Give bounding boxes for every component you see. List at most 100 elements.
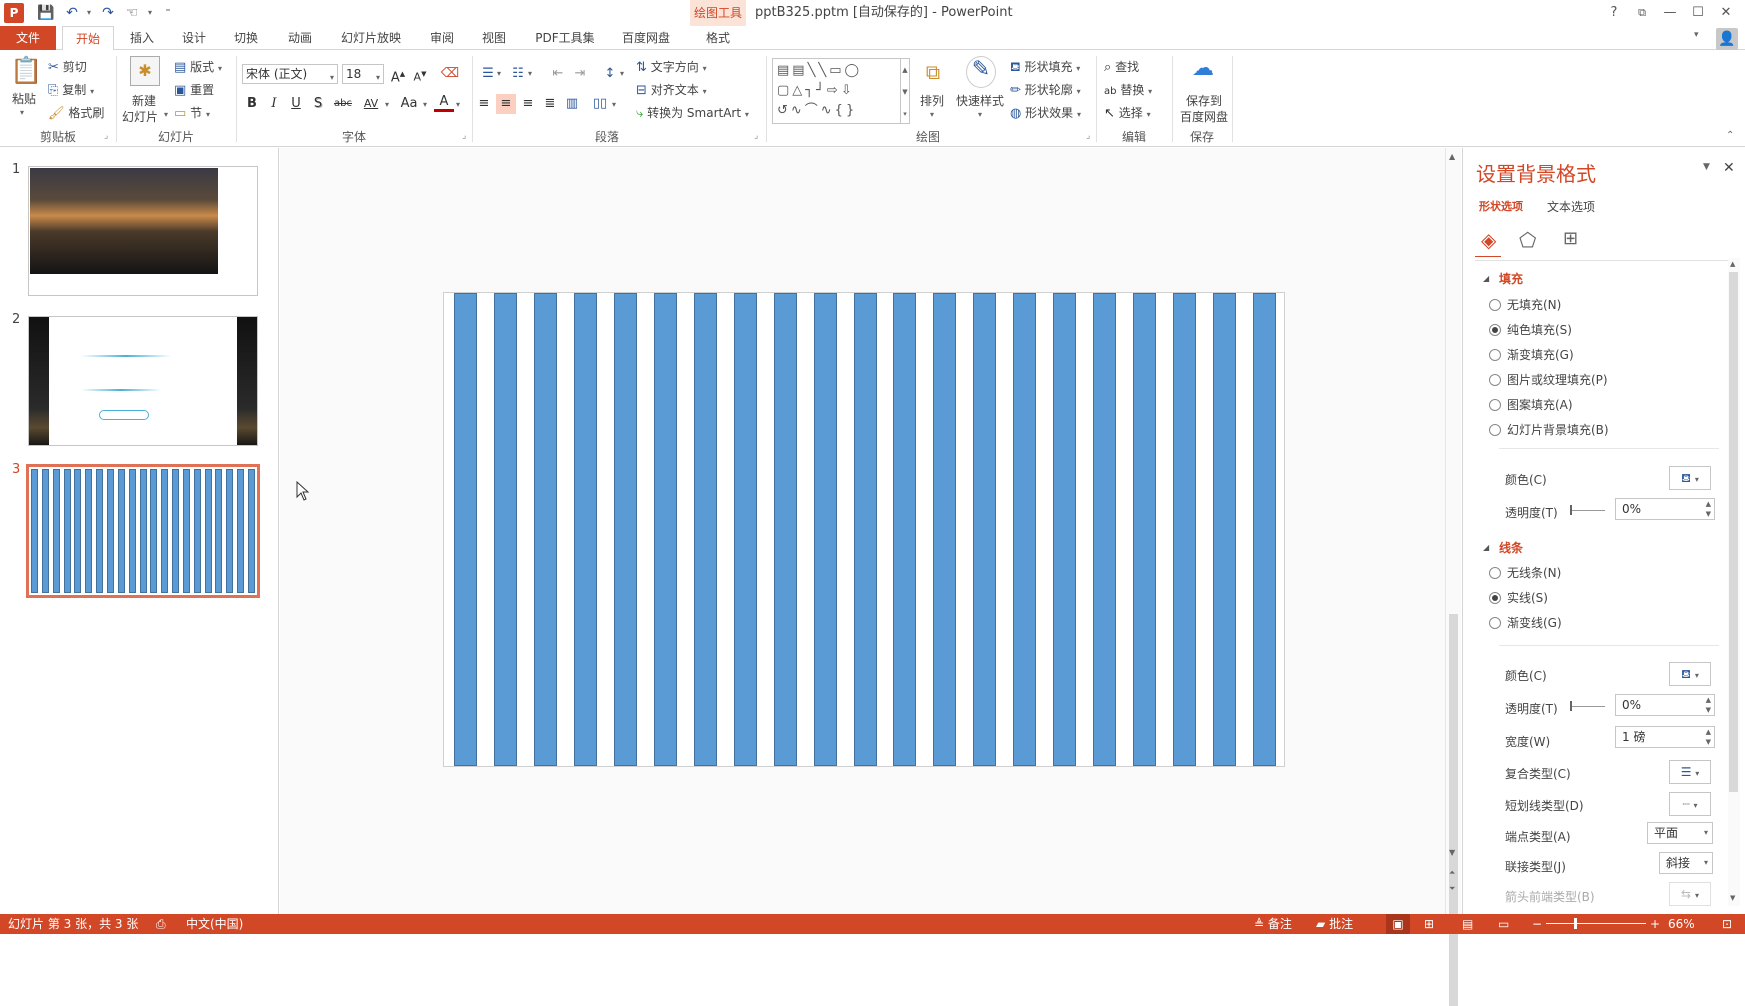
blue-stripe-shape[interactable] bbox=[1013, 293, 1037, 766]
fill-radio-5[interactable] bbox=[1489, 424, 1501, 436]
pane-close-icon[interactable]: ✕ bbox=[1723, 160, 1735, 176]
bullets-dropdown-icon[interactable]: ▾ bbox=[497, 69, 501, 78]
bullets-icon[interactable]: ☰ bbox=[478, 64, 498, 84]
case-dropdown-icon[interactable]: ▾ bbox=[423, 100, 427, 109]
change-case-button[interactable]: Aa bbox=[396, 94, 422, 114]
tab-format[interactable]: 格式 bbox=[690, 26, 746, 50]
pane-scroll-thumb[interactable] bbox=[1729, 272, 1738, 792]
blue-stripe-shape[interactable] bbox=[733, 293, 757, 766]
blue-stripe-shape[interactable] bbox=[1053, 293, 1077, 766]
current-slide[interactable] bbox=[443, 292, 1285, 767]
arrange-button[interactable]: 排列 bbox=[920, 92, 944, 109]
new-slide-icon[interactable]: ✱ bbox=[130, 56, 160, 86]
blue-stripe-shape[interactable] bbox=[693, 293, 717, 766]
join-type-select[interactable]: 斜接 ▾ bbox=[1659, 852, 1713, 874]
line-option-label[interactable]: 实线(S) bbox=[1507, 589, 1548, 606]
slide-sorter-icon[interactable]: ⊞ bbox=[1424, 914, 1434, 934]
slide-thumbnail-1[interactable] bbox=[28, 166, 258, 296]
language-status[interactable]: 中文(中国) bbox=[186, 914, 243, 934]
section-button[interactable]: ▭ 节 ▾ bbox=[174, 104, 210, 121]
convert-smartart-button[interactable]: ⤷ 转换为 SmartArt ▾ bbox=[636, 104, 749, 121]
justify-icon[interactable]: ≣ bbox=[540, 94, 560, 114]
shrink-font-icon[interactable]: A▼ bbox=[410, 64, 430, 84]
select-button[interactable]: ↖ 选择 ▾ bbox=[1104, 104, 1151, 121]
italic-button[interactable]: I bbox=[264, 94, 284, 114]
spacing-dropdown-icon[interactable]: ▾ bbox=[385, 100, 389, 109]
line-radio-1[interactable] bbox=[1489, 592, 1501, 604]
font-color-button[interactable]: A bbox=[434, 94, 454, 112]
save-icon[interactable]: 💾 bbox=[36, 4, 56, 22]
slide-thumbnail-3[interactable] bbox=[26, 464, 260, 598]
distributed-icon[interactable]: ▥ bbox=[562, 94, 582, 114]
numbering-icon[interactable]: ☷ bbox=[508, 64, 528, 84]
pane-options-icon[interactable]: ▼ bbox=[1703, 162, 1710, 172]
arrange-icon[interactable]: ⧉ bbox=[920, 60, 946, 88]
blue-stripe-shape[interactable] bbox=[1173, 293, 1197, 766]
tab-transitions[interactable]: 切换 bbox=[228, 26, 264, 50]
quick-styles-dropdown-icon[interactable]: ▾ bbox=[978, 110, 982, 119]
align-text-button[interactable]: ⊟ 对齐文本 ▾ bbox=[636, 81, 707, 98]
align-left-icon[interactable]: ≡ bbox=[474, 94, 494, 114]
tab-animations[interactable]: 动画 bbox=[280, 26, 320, 50]
blue-stripe-shape[interactable] bbox=[653, 293, 677, 766]
fill-radio-1[interactable] bbox=[1489, 324, 1501, 336]
align-center-icon[interactable]: ≡ bbox=[496, 94, 516, 114]
collapse-ribbon-icon[interactable]: ⌃ bbox=[1726, 130, 1734, 141]
tab-review[interactable]: 审阅 bbox=[424, 26, 460, 50]
next-slide-icon[interactable]: ⏷ bbox=[1449, 884, 1455, 894]
bold-button[interactable]: B bbox=[242, 94, 262, 114]
line-option-label[interactable]: 无线条(N) bbox=[1507, 564, 1561, 581]
shape-outline-button[interactable]: ✏ 形状轮廓 ▾ bbox=[1010, 81, 1081, 98]
fill-option-label[interactable]: 无填充(N) bbox=[1507, 296, 1561, 313]
qat-customize-icon[interactable]: ▾ bbox=[140, 4, 160, 22]
shape-effects-button[interactable]: ◍ 形状效果 ▾ bbox=[1010, 104, 1081, 121]
blue-stripe-shape[interactable] bbox=[573, 293, 597, 766]
shapes-row-2[interactable]: ▢△┐┘⇨⇩ bbox=[777, 81, 901, 101]
undo-dropdown-icon[interactable]: ▾ bbox=[79, 4, 99, 22]
tab-shape-options[interactable]: 形状选项 bbox=[1479, 198, 1523, 214]
blue-stripe-shape[interactable] bbox=[533, 293, 557, 766]
character-spacing-button[interactable]: AV bbox=[358, 94, 384, 114]
font-launcher-icon[interactable]: ⌟ bbox=[462, 131, 466, 141]
scroll-up-icon[interactable]: ▲ bbox=[1449, 152, 1455, 161]
fill-transparency-slider[interactable] bbox=[1571, 510, 1605, 511]
redo-icon[interactable]: ↷ bbox=[98, 4, 118, 22]
pane-scroll-up-icon[interactable]: ▲ bbox=[1730, 260, 1735, 268]
line-spacing-dropdown-icon[interactable]: ▾ bbox=[620, 69, 624, 78]
cap-type-select[interactable]: 平面 ▾ bbox=[1647, 822, 1713, 844]
help-icon[interactable]: ? bbox=[1602, 3, 1626, 23]
shapes-row-3[interactable]: ↺∿⌒∿{} bbox=[777, 101, 901, 121]
quick-styles-button[interactable]: 快速样式 bbox=[956, 92, 1004, 109]
blue-stripe-shape[interactable] bbox=[893, 293, 917, 766]
cut-button[interactable]: ✂ 剪切 bbox=[48, 58, 87, 75]
pane-scrollbar[interactable]: ▲ ▼ bbox=[1728, 258, 1740, 906]
fill-radio-4[interactable] bbox=[1489, 399, 1501, 411]
blue-stripe-shape[interactable] bbox=[933, 293, 957, 766]
new-slide-dropdown-icon[interactable]: ▾ bbox=[164, 110, 168, 119]
underline-button[interactable]: U bbox=[286, 94, 306, 114]
dash-type-picker[interactable]: ┈ ▾ bbox=[1669, 792, 1711, 816]
fill-radio-0[interactable] bbox=[1489, 299, 1501, 311]
layout-button[interactable]: ▤ 版式 ▾ bbox=[174, 58, 222, 75]
line-transparency-slider-handle[interactable] bbox=[1570, 701, 1572, 711]
blue-stripe-shape[interactable] bbox=[613, 293, 637, 766]
fit-to-window-icon[interactable]: ⊡ bbox=[1722, 914, 1732, 934]
size-properties-icon[interactable]: ⊞ bbox=[1563, 228, 1578, 249]
powerpoint-app-icon[interactable]: P bbox=[4, 3, 24, 23]
fill-option-label[interactable]: 纯色填充(S) bbox=[1507, 321, 1572, 338]
line-transparency-input[interactable]: 0% ▲ ▼ bbox=[1615, 694, 1715, 716]
align-right-icon[interactable]: ≡ bbox=[518, 94, 538, 114]
tab-insert[interactable]: 插入 bbox=[124, 26, 160, 50]
collapse-line-icon[interactable]: ◢ bbox=[1483, 543, 1489, 552]
find-button[interactable]: ⌕ 查找 bbox=[1104, 58, 1139, 75]
qat-more-icon[interactable]: ⁼ bbox=[158, 4, 178, 22]
blue-stripe-shape[interactable] bbox=[1253, 293, 1276, 766]
drawing-launcher-icon[interactable]: ⌟ bbox=[1086, 131, 1090, 141]
shadow-button[interactable]: S bbox=[308, 94, 328, 114]
spell-check-icon[interactable]: ⎙ bbox=[156, 914, 166, 934]
fill-section-header[interactable]: 填充 bbox=[1499, 270, 1523, 287]
line-radio-0[interactable] bbox=[1489, 567, 1501, 579]
tab-text-options[interactable]: 文本选项 bbox=[1547, 198, 1595, 215]
format-painter-button[interactable]: 🖌 格式刷 bbox=[48, 104, 104, 121]
clear-formatting-icon[interactable]: ⌫ bbox=[440, 64, 460, 84]
